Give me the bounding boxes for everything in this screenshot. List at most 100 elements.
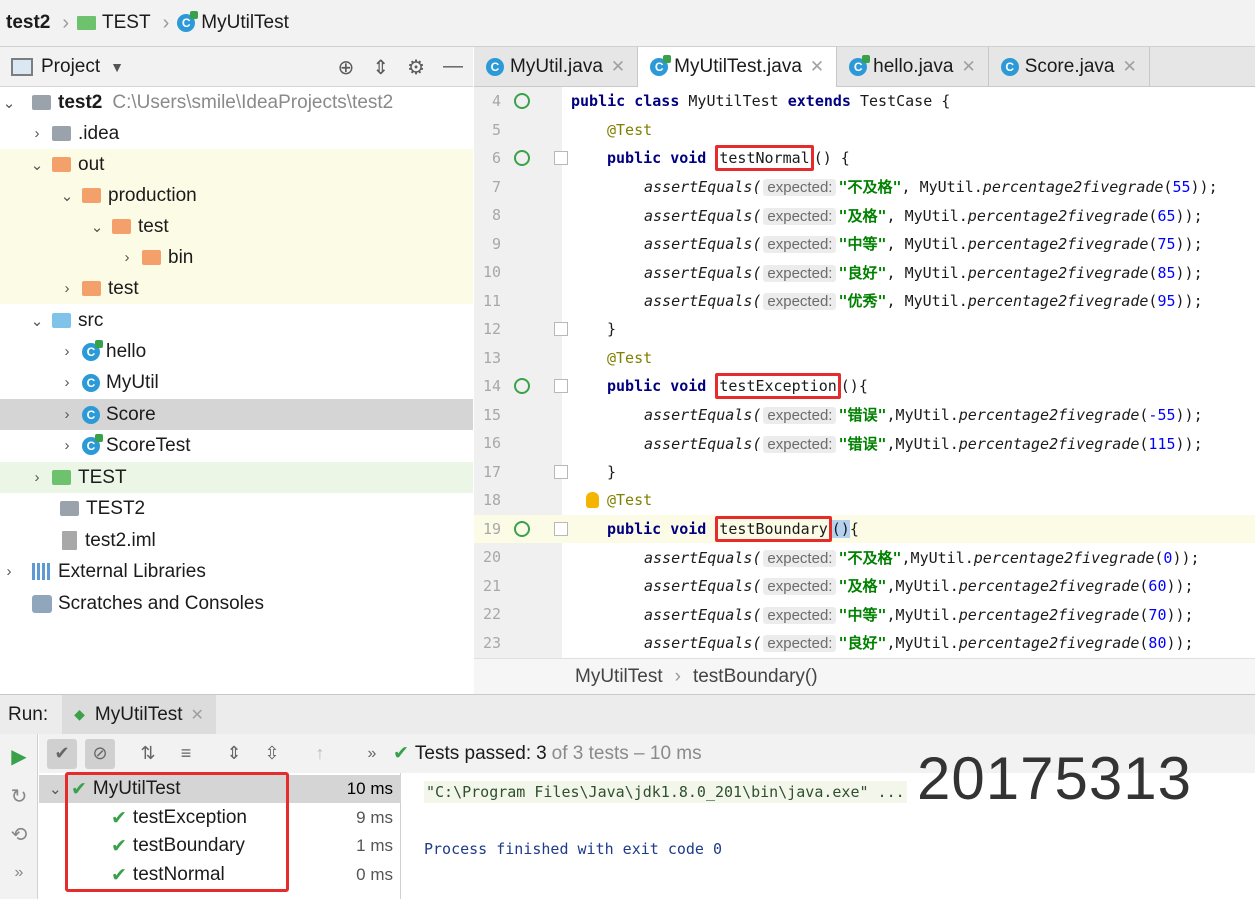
project-view-selector[interactable]: Project	[41, 56, 100, 78]
fold-icon[interactable]	[554, 322, 568, 337]
close-icon[interactable]: ✕	[611, 57, 625, 77]
chevron-right-icon[interactable]: ›	[60, 437, 74, 454]
gear-icon[interactable]: ⚙	[407, 55, 425, 80]
chevron-right-icon[interactable]: ›	[60, 406, 74, 423]
rerun-failed-icon[interactable]: ↻	[8, 784, 30, 808]
chevron-down-icon[interactable]: ⌄	[90, 218, 104, 236]
close-icon[interactable]: ✕	[810, 57, 824, 77]
run-icon[interactable]	[514, 378, 530, 395]
tree-item-test-folder[interactable]: › TEST	[0, 462, 473, 493]
tree-item-test2-folder[interactable]: TEST2	[0, 493, 473, 524]
tree-item-production-test[interactable]: ⌄ test	[0, 211, 473, 242]
code-line: 5 @Test	[474, 116, 1255, 145]
tree-item-myutil[interactable]: › C MyUtil	[0, 367, 473, 398]
chevron-down-icon[interactable]: ⌄	[30, 156, 44, 174]
tree-item-bin[interactable]: › bin	[0, 242, 473, 273]
tree-item-src[interactable]: ⌄ src	[0, 305, 473, 336]
toggle-auto-test-icon[interactable]: ⟲	[8, 822, 30, 846]
chevron-right-icon[interactable]: ›	[2, 563, 16, 580]
run-side-toolbar: ▶ ↻ ⟲ »	[0, 734, 38, 899]
code-line: 7 assertEquals(expected: "不及格", MyUtil.pe…	[474, 173, 1255, 202]
tree-item-out-test[interactable]: › test	[0, 273, 473, 304]
run-tab[interactable]: ◆ MyUtilTest ✕	[62, 694, 216, 735]
code-editor[interactable]: 4 public class MyUtilTest extends TestCa…	[474, 87, 1255, 658]
tree-item-hello[interactable]: › C hello	[0, 336, 473, 367]
source-folder-icon	[52, 313, 71, 328]
sort-alpha-icon[interactable]: ⇅	[133, 739, 163, 769]
rerun-icon[interactable]: ▶	[8, 744, 30, 768]
run-icon[interactable]	[514, 520, 530, 537]
tests-status: ✔ Tests passed: 3 of 3 tests – 10 ms	[393, 742, 702, 765]
expand-all-icon[interactable]: ⇕	[219, 739, 249, 769]
tests-status-prefix: Tests passed:	[414, 742, 532, 764]
code-text: assertEquals(expected: "及格",MyUtil.percen…	[644, 577, 1194, 596]
code-text: }	[607, 462, 617, 481]
chevron-right-icon[interactable]: ›	[30, 125, 44, 142]
tree-item-scoretest[interactable]: › C ScoreTest	[0, 430, 473, 461]
tree-item-out[interactable]: ⌄ out	[0, 149, 473, 180]
scratches-icon	[32, 594, 52, 613]
tab-hello[interactable]: C hello.java ✕	[837, 47, 989, 87]
tree-item-score[interactable]: › C Score	[0, 399, 473, 430]
tab-myutiltest[interactable]: C MyUtilTest.java ✕	[638, 47, 838, 87]
console-line-command[interactable]: "C:\Program Files\Java\jdk1.8.0_201\bin\…	[424, 781, 907, 803]
chevron-down-icon[interactable]: ⌄	[49, 780, 65, 798]
chevron-right-icon[interactable]: ›	[60, 280, 74, 297]
show-passed-icon[interactable]: ✔	[47, 738, 77, 769]
tree-item-scratches[interactable]: Scratches and Consoles	[0, 588, 473, 619]
minimize-icon[interactable]: —	[443, 55, 463, 80]
tab-score[interactable]: C Score.java ✕	[989, 47, 1150, 87]
fold-icon[interactable]	[554, 151, 568, 166]
lightbulb-icon[interactable]	[586, 492, 599, 509]
chevron-down-icon[interactable]: ▼	[110, 59, 124, 75]
code-line: 22 assertEquals(expected: "中等",MyUtil.per…	[474, 600, 1255, 629]
close-icon[interactable]: ✕	[191, 705, 204, 725]
run-icon[interactable]	[514, 93, 530, 110]
code-line: 10 assertEquals(expected: "良好", MyUtil.pe…	[474, 258, 1255, 287]
chevron-right-icon[interactable]: ›	[60, 343, 74, 360]
code-text: assertEquals(expected: "及格", MyUtil.perce…	[644, 206, 1203, 225]
more-icon[interactable]: »	[8, 864, 30, 886]
breadcrumb-class[interactable]: C MyUtilTest	[177, 11, 289, 34]
chevron-right-icon[interactable]: ›	[60, 374, 74, 391]
breadcrumb-project-label: test2	[6, 12, 51, 33]
previous-icon[interactable]: ↑	[305, 739, 335, 769]
fold-icon[interactable]	[554, 464, 568, 479]
run-label: Run:	[8, 703, 49, 725]
breadcrumb-folder-label: TEST	[102, 12, 151, 33]
chevron-down-icon[interactable]: ⌄	[2, 94, 16, 112]
editor-breadcrumb-method[interactable]: testBoundary()	[693, 666, 818, 688]
chevron-right-icon[interactable]: ›	[120, 249, 134, 266]
collapse-all-icon[interactable]: ⇳	[257, 739, 287, 769]
chevron-right-icon: ›	[674, 665, 681, 687]
editor-breadcrumb-class[interactable]: MyUtilTest	[575, 666, 663, 688]
tree-item-external-libraries[interactable]: › External Libraries	[0, 556, 473, 587]
fold-icon[interactable]	[554, 379, 568, 394]
tree-item-production[interactable]: ⌄ production	[0, 180, 473, 211]
target-icon[interactable]: ⊕	[338, 55, 355, 80]
test-class-icon: C	[177, 11, 199, 32]
tree-item-idea[interactable]: › .idea	[0, 118, 473, 149]
class-icon: C	[1000, 58, 1019, 76]
breadcrumb-project[interactable]: test2	[6, 12, 50, 34]
show-ignored-icon[interactable]: ⊘	[85, 738, 115, 769]
breadcrumb-folder[interactable]: TEST	[77, 12, 151, 34]
chevron-down-icon[interactable]: ⌄	[60, 187, 74, 205]
tree-item-iml[interactable]: test2.iml	[0, 525, 473, 556]
fold-icon[interactable]	[554, 521, 568, 536]
sort-duration-icon[interactable]: ≡	[171, 739, 201, 769]
run-icon[interactable]	[514, 150, 530, 167]
code-text: assertEquals(expected: "不及格", MyUtil.perc…	[644, 178, 1218, 197]
more-icon[interactable]: »	[357, 739, 387, 769]
close-icon[interactable]: ✕	[1122, 57, 1136, 77]
run-panel-header: Run: ◆ MyUtilTest ✕	[0, 694, 1255, 735]
chevron-right-icon[interactable]: ›	[30, 469, 44, 486]
chevron-down-icon[interactable]: ⌄	[30, 312, 44, 330]
tab-myutil[interactable]: C MyUtil.java ✕	[474, 47, 639, 87]
collapse-all-icon[interactable]: ⇕	[372, 55, 389, 80]
tree-item-test2[interactable]: ⌄ test2 C:\Users\smile\IdeaProjects\test…	[0, 87, 473, 118]
tree-item-label: .idea	[78, 122, 120, 144]
tab-label: MyUtilTest.java	[674, 56, 802, 77]
tree-item-label: production	[108, 184, 197, 206]
close-icon[interactable]: ✕	[961, 57, 975, 77]
